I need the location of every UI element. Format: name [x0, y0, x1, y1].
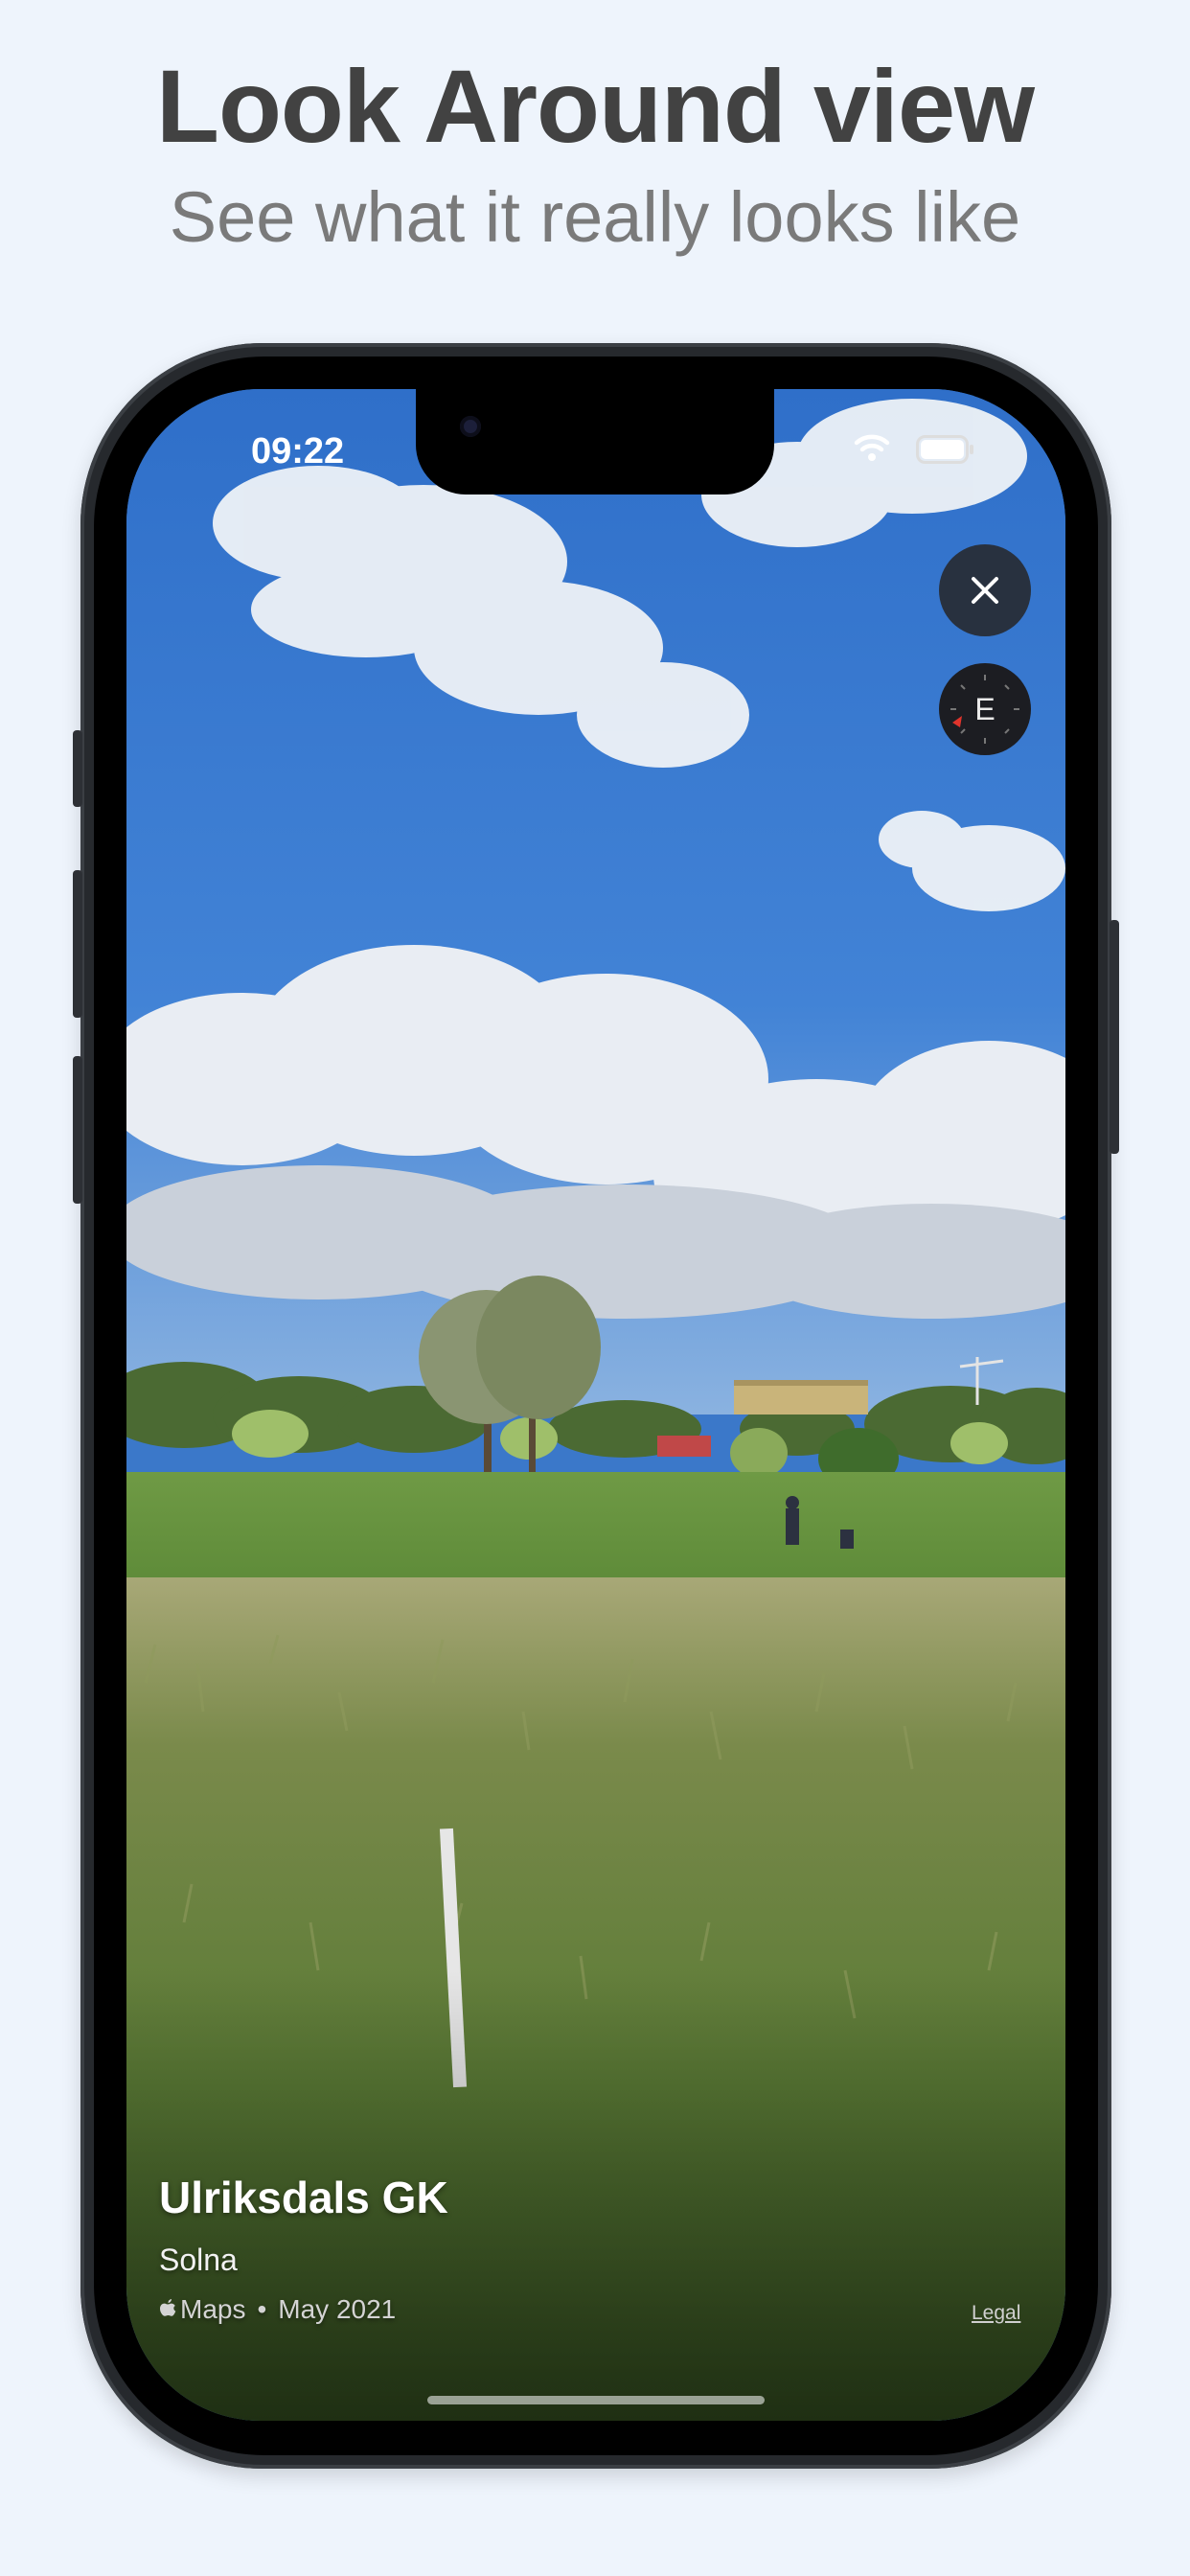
look-around-imagery[interactable]: [126, 389, 1065, 2421]
place-city: Solna: [159, 2242, 238, 2277]
wifi-icon: [854, 434, 890, 461]
close-icon: [972, 577, 998, 604]
imagery-attribution: Maps • May 2021: [159, 2294, 396, 2325]
imagery-date: May 2021: [278, 2294, 397, 2324]
attribution-separator: •: [257, 2294, 267, 2324]
imagery-source: Maps: [180, 2294, 246, 2324]
home-indicator: [427, 2396, 765, 2404]
compass-button[interactable]: E: [939, 663, 1031, 755]
apple-logo-icon: [160, 2299, 176, 2316]
status-time: 09:22: [251, 431, 345, 472]
battery-icon: [916, 435, 973, 464]
look-around-screen: 09:22 E Ulriksdals GK Solna Maps • May 2…: [126, 389, 1065, 2421]
promo-subtitle: See what it really looks like: [169, 177, 1021, 257]
legal-link[interactable]: Legal: [972, 2302, 1020, 2325]
front-camera: [460, 416, 481, 437]
promo-title: Look Around view: [155, 48, 1035, 164]
notch: [416, 389, 774, 494]
compass-heading: E: [974, 692, 995, 726]
place-name: Ulriksdals GK: [159, 2173, 448, 2222]
close-button[interactable]: [939, 544, 1031, 636]
